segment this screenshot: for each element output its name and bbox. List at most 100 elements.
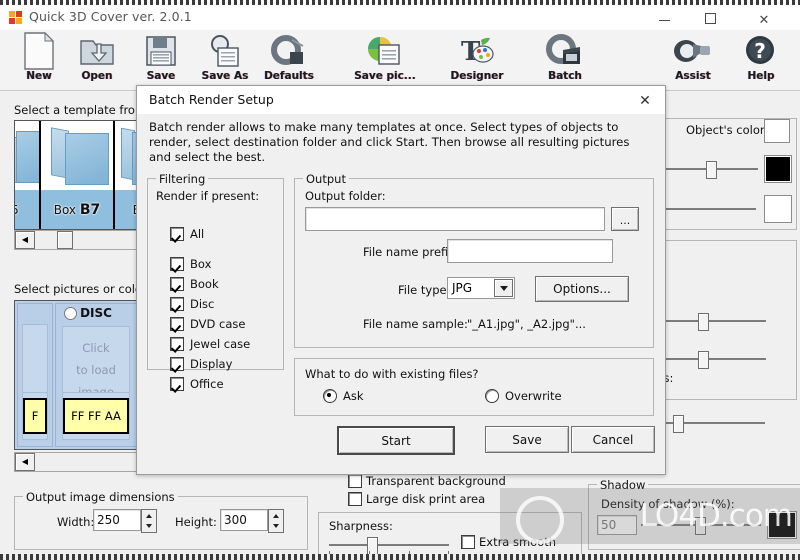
picture-item-prev[interactable]: F [17,303,53,447]
close-icon: ✕ [758,12,770,27]
slider-thumb[interactable] [698,313,709,331]
file-name-prefix-input[interactable] [447,239,613,263]
sharpness-slider[interactable] [329,537,449,555]
toolbar-button-batch[interactable]: Batch [529,32,601,88]
output-dimensions-group: Output image dimensions Width: 250 Heigh… [14,490,308,550]
black-color-swatch[interactable] [764,155,792,183]
dialog-close-button[interactable]: ✕ [633,89,657,111]
close-button[interactable]: ✕ [744,10,784,30]
picture-color-swatch[interactable]: F [23,398,47,434]
toolbar-button-defaults[interactable]: Defaults [253,32,325,88]
slider-track [329,544,449,546]
scroll-thumb[interactable] [57,231,73,249]
width-spinner[interactable] [141,509,157,533]
toolbar-button-save-pic[interactable]: Save pic... [349,32,421,88]
existing-files-question: What to do with existing files? [305,367,479,381]
toolbar-button-save-as[interactable]: Save As [189,32,261,88]
window-bottom-edge [0,554,800,560]
save-button[interactable]: Save [485,426,569,453]
width-label: Width: [57,515,95,529]
picture-item-disc[interactable]: DISC Click to load image FF FF AA [55,303,137,447]
large-disk-print-area-checkbox[interactable] [348,492,362,506]
density-slider[interactable] [641,517,761,535]
cancel-button[interactable]: Cancel [571,426,655,453]
toolbar-button-open[interactable]: Open [61,32,133,88]
slider-thumb[interactable] [698,351,709,369]
extra-smooth-label: Extra smooth [479,535,557,549]
filter-label-box: Box [190,257,212,271]
disc-color-swatch[interactable]: FF FF AA [63,398,129,434]
toolbar-button-save[interactable]: Save [125,32,197,88]
density-value-input[interactable]: 50 [597,515,637,535]
template-item-1[interactable]: Box B7 [41,121,115,229]
disc-click-line1: Click [82,341,110,355]
extra-smooth-checkbox[interactable] [461,535,475,549]
disc-image-slot[interactable]: Click to load image [62,326,130,400]
existing-files-radio-ask[interactable] [323,389,337,403]
filter-label-dvd-case: DVD case [190,317,246,331]
shadow-color-swatch[interactable] [767,511,797,539]
filter-checkbox-dvd-case[interactable] [170,317,184,331]
toolbar-button-assist[interactable]: Assist [657,32,729,88]
template-name-1: Box B7 [41,202,113,218]
output-folder-input[interactable] [305,207,605,231]
output-dimensions-title: Output image dimensions [23,490,178,504]
template-item-0[interactable]: 5 [15,121,41,229]
filtering-group: Filtering Render if present: All Box Boo… [147,172,284,391]
object-color-group: Object's color: ): %): [644,118,797,230]
filter-checkbox-disc[interactable] [170,297,184,311]
existing-files-radio-overwrite[interactable] [485,389,499,403]
picture-image-slot[interactable] [22,324,48,394]
filter-checkbox-jewel-case[interactable] [170,337,184,351]
file-type-options-button[interactable]: Options... [535,276,629,302]
objects-color-swatch[interactable] [764,119,790,143]
start-button[interactable]: Start [337,426,455,455]
height-spinner[interactable] [268,509,284,533]
picture-color-slot[interactable]: F [22,392,48,440]
filter-checkbox-book[interactable] [170,277,184,291]
picture-color-code: F [31,409,39,423]
filter-checkbox-office[interactable] [170,377,184,391]
sharpness-group: Sharpness: Extra smooth [318,512,582,558]
minimize-button[interactable] [644,10,684,30]
existing-files-label-ask: Ask [343,389,364,403]
toolbar-button-help[interactable]: ? Help [725,32,797,88]
browse-folder-button[interactable]: ... [611,207,639,231]
transparent-background-checkbox[interactable] [348,474,362,488]
assist-flashlight-icon [657,32,729,70]
white-color-swatch[interactable] [764,195,792,223]
svg-text:?: ? [754,39,766,63]
floppy-disk-icon [125,32,197,70]
disc-color-code: FF FF AA [71,409,121,423]
width-input[interactable]: 250 [93,509,141,531]
app-logo-icon [9,11,23,25]
height-label: Height: [175,515,217,529]
application-window: Quick 3D Cover ver. 2.0.1 ✕ New Open Sav… [0,0,800,560]
toolbar-button-designer[interactable]: T Designer [441,32,513,88]
toolbar-label-batch: Batch [548,70,582,82]
chevron-down-icon[interactable] [494,279,513,297]
scroll-left-icon-2[interactable]: ◀ [15,453,35,471]
slider-thumb[interactable] [706,161,717,179]
toolbar-label-assist: Assist [675,70,711,82]
slider-thumb[interactable] [673,415,684,433]
toolbar-label-save-pic: Save pic... [354,70,416,82]
file-type-select[interactable]: JPG [447,277,515,299]
height-input[interactable]: 300 [220,509,268,531]
filter-checkbox-box[interactable] [170,257,184,271]
filter-label-office: Office [190,377,224,391]
template-thumb [15,121,39,191]
disc-title: DISC [80,306,112,320]
file-name-sample-value: "_A1.jpg", _A2.jpg"... [467,317,586,331]
slider-thumb[interactable] [695,517,706,535]
filter-checkbox-display[interactable] [170,357,184,371]
disc-click-line2: to load [76,363,116,377]
filter-label-disc: Disc [190,297,215,311]
filter-checkbox-all[interactable] [170,227,184,241]
dialog-title-bar: Batch Render Setup ✕ [137,86,665,114]
scroll-left-icon[interactable]: ◀ [15,231,35,249]
maximize-button[interactable] [690,10,730,30]
filtering-group-title: Filtering [156,172,209,186]
disc-color-slot[interactable]: FF FF AA [62,392,130,440]
toolbar-label-open: Open [81,70,113,82]
